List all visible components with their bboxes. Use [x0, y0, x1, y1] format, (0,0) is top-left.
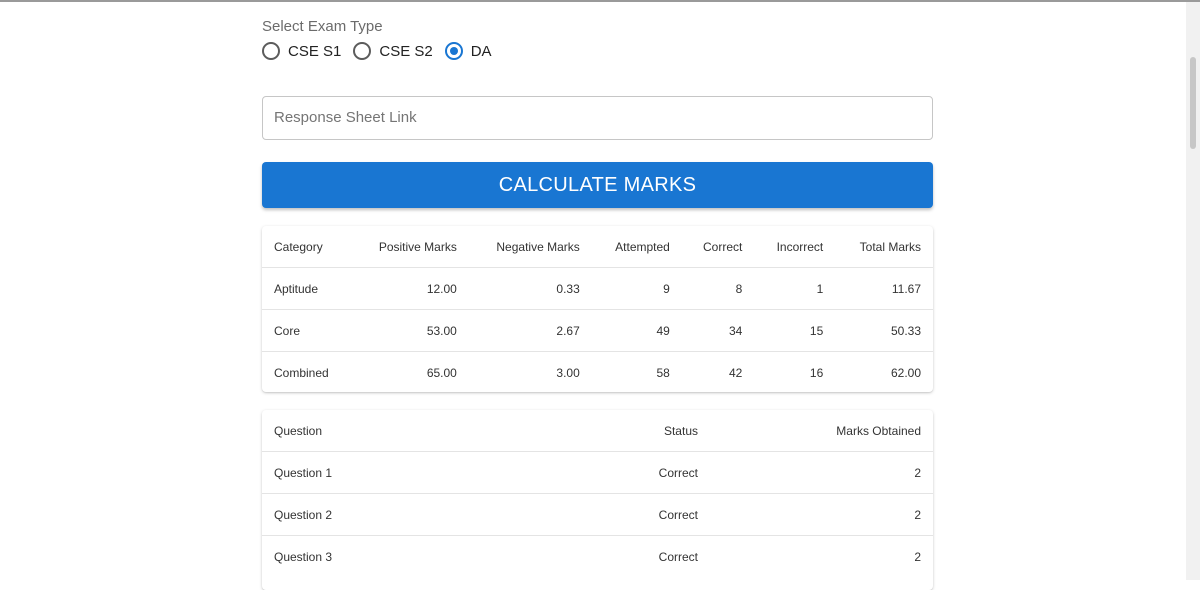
exam-option-label: DA: [470, 42, 492, 60]
table-cell: 49: [591, 309, 682, 352]
table-cell: 3.00: [556, 365, 580, 380]
table-cell: Question 3: [274, 549, 333, 564]
table-cell: 53.00: [352, 309, 469, 352]
exam-option-label: CSE S1: [288, 42, 342, 60]
table-row: Combined 65.00 3.00 58 42 16 62.00: [262, 352, 933, 394]
table-cell: 2: [914, 549, 921, 564]
table-cell: 62.00: [890, 365, 921, 380]
table-row: Aptitude 12.00 0.33 9 8 1 11.67: [262, 267, 933, 310]
table-cell: 1: [754, 267, 836, 310]
vertical-scrollbar[interactable]: [1186, 2, 1200, 580]
column-header: Incorrect: [754, 226, 836, 268]
column-header: Positive Marks: [352, 226, 469, 268]
response-sheet-link-input[interactable]: [263, 97, 914, 137]
table-cell: 2.67: [468, 309, 592, 352]
scrollbar-thumb[interactable]: [1190, 57, 1196, 149]
table-header-row: Question Status Marks Obtained: [262, 410, 933, 452]
status-cell: Correct: [602, 451, 710, 494]
table-cell: Question 1: [262, 451, 602, 494]
exam-option-label: CSE S2: [379, 42, 433, 60]
exam-option-cse-s1[interactable]: CSE S1: [262, 42, 341, 60]
table-cell: Core: [262, 309, 353, 352]
table-cell: 11.67: [835, 267, 933, 310]
question-results-table: Question Status Marks Obtained Question …: [262, 410, 933, 577]
exam-type-label: Select Exam Type: [262, 18, 383, 35]
table-cell: Aptitude: [262, 267, 353, 310]
table-cell: 15: [754, 309, 836, 352]
exam-option-da[interactable]: DA: [444, 42, 492, 60]
column-header: Status: [602, 410, 710, 452]
table-cell: 2: [710, 493, 933, 536]
radio-unchecked-icon[interactable]: [353, 42, 372, 60]
table-cell: 2: [710, 451, 933, 494]
table-cell: 42: [728, 365, 743, 380]
table-cell: 16: [809, 365, 824, 380]
table-cell: 50.33: [835, 309, 933, 352]
column-header: Category: [262, 226, 353, 268]
status-cell: Correct: [658, 549, 698, 564]
table-row: Question 2 Correct 2: [262, 493, 933, 536]
summary-table-card: Category Positive Marks Negative Marks A…: [262, 226, 933, 392]
column-header: Attempted: [591, 226, 682, 268]
column-header: Total Marks: [835, 226, 933, 268]
table-header-row: Category Positive Marks Negative Marks A…: [262, 226, 933, 268]
radio-unchecked-icon[interactable]: [262, 42, 280, 60]
calculate-marks-button[interactable]: CALCULATE MARKS: [262, 162, 933, 208]
table-cell: 9: [591, 267, 682, 310]
column-header: Negative Marks: [468, 226, 592, 268]
table-row: Question 3 Correct 2: [262, 536, 933, 578]
window-top-border: [0, 0, 1200, 2]
table-cell: 65.00: [426, 365, 457, 380]
marks-summary-table: Category Positive Marks Negative Marks A…: [262, 226, 933, 393]
exam-type-radio-group: CSE S1 CSE S2 DA: [262, 42, 504, 60]
exam-option-cse-s2[interactable]: CSE S2: [353, 42, 433, 60]
response-sheet-link-field[interactable]: [262, 96, 933, 140]
table-cell: 34: [681, 309, 755, 352]
table-cell: 0.33: [468, 267, 592, 310]
table-cell: 58: [656, 365, 670, 380]
column-header: Correct: [681, 226, 755, 268]
table-cell: Question 2: [262, 493, 602, 536]
column-header: Marks Obtained: [710, 410, 933, 452]
table-row: Core 53.00 2.67 49 34 15 50.33: [262, 309, 933, 352]
table-cell: 8: [681, 267, 755, 310]
radio-checked-icon[interactable]: [444, 42, 463, 60]
table-row: Question 1 Correct 2: [262, 451, 933, 494]
status-cell: Correct: [602, 493, 710, 536]
column-header: Question: [262, 410, 602, 452]
table-cell: Combined: [274, 365, 329, 380]
table-cell: 12.00: [352, 267, 469, 310]
question-table-card: Question Status Marks Obtained Question …: [262, 410, 933, 590]
